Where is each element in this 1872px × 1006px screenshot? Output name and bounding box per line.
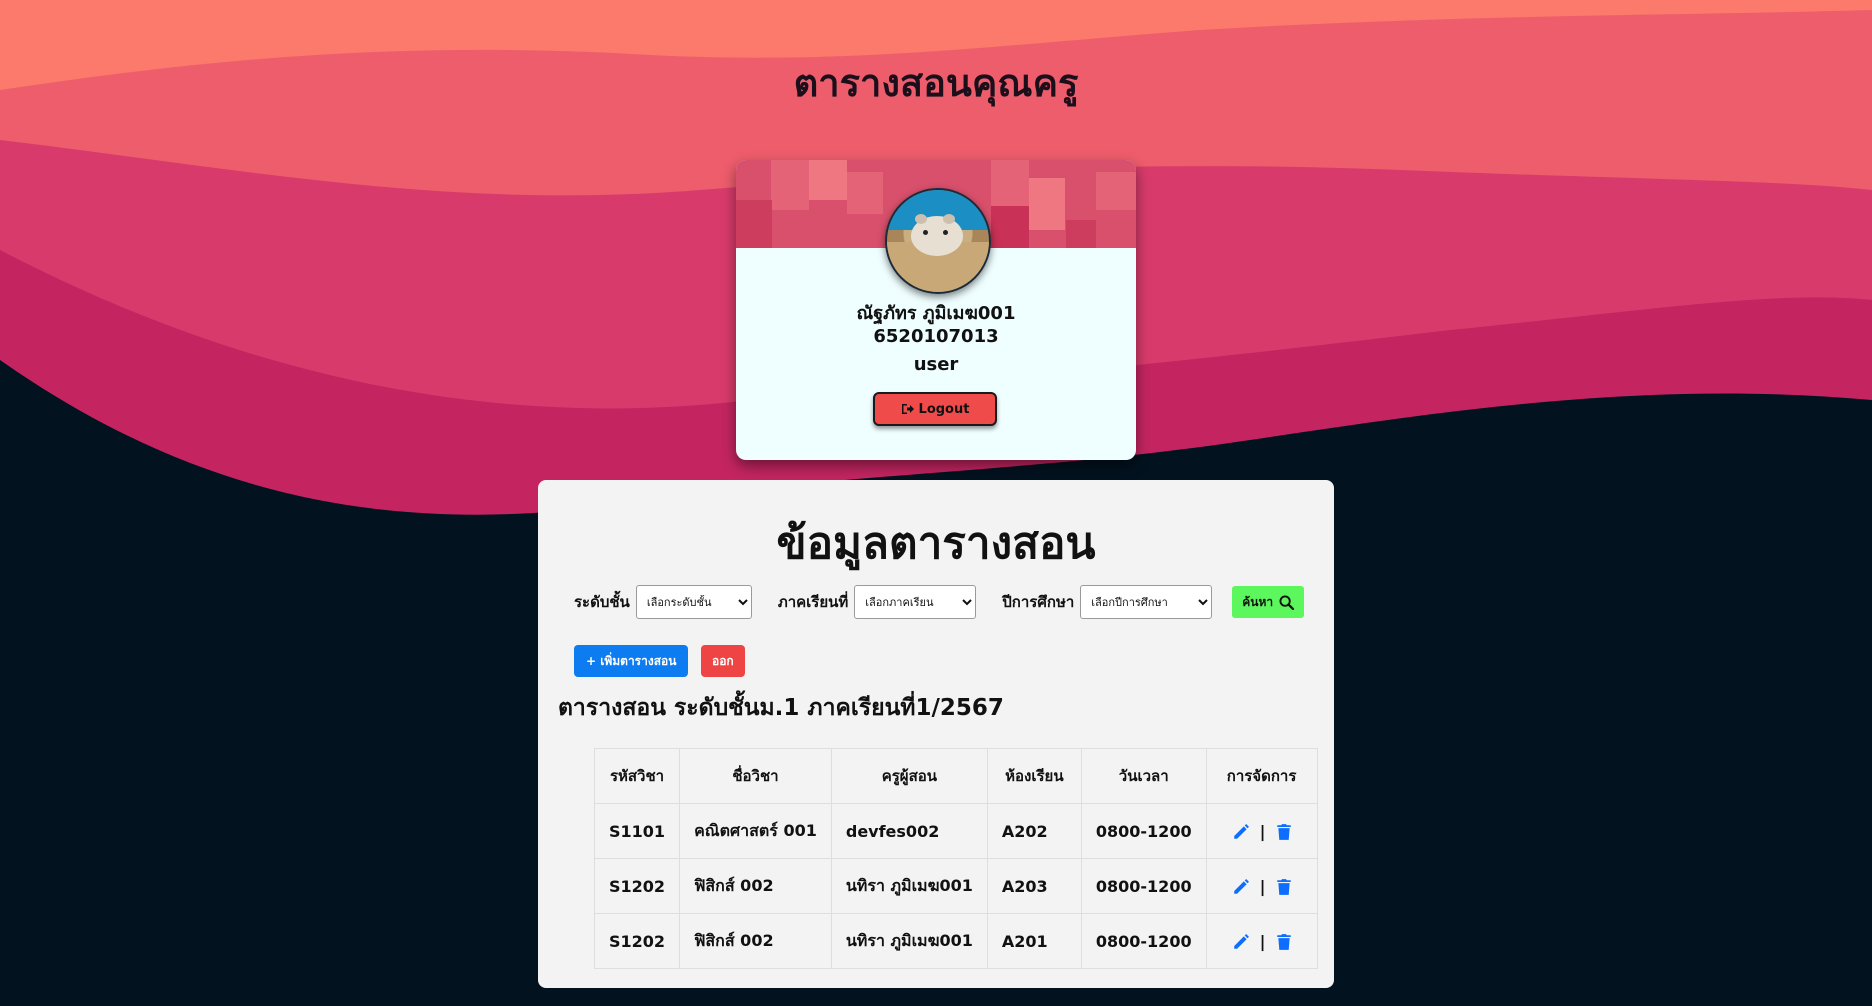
cell-teacher: devfes002 bbox=[830, 803, 988, 859]
cell-subject: ฟิสิกส์ 002 bbox=[679, 858, 832, 914]
cell-code: S1101 bbox=[593, 803, 681, 859]
cell-code: S1202 bbox=[593, 913, 681, 969]
action-separator: | bbox=[1259, 932, 1266, 951]
logout-button[interactable]: Logout bbox=[873, 392, 997, 426]
term-label: ภาคเรียนที่ bbox=[777, 593, 849, 611]
table-row: S1202 ฟิสิกส์ 002 นทิรา ภูมิเมฆ001 A201 … bbox=[593, 913, 1318, 969]
profile-card: ณัฐภัทร ภูมิเมฆ001 6520107013 user Logou… bbox=[736, 160, 1136, 460]
sign-out-icon bbox=[901, 404, 914, 414]
year-select[interactable]: เลือกปีการศึกษา bbox=[1080, 585, 1213, 619]
cell-actions: | bbox=[1205, 858, 1318, 914]
pencil-icon[interactable] bbox=[1232, 878, 1250, 896]
header-room: ห้องเรียน bbox=[986, 748, 1082, 804]
schedule-table: รหัสวิชา ชื่อวิชา ครูผู้สอน ห้องเรียน วั… bbox=[593, 748, 1318, 969]
cell-subject: ฟิสิกส์ 002 bbox=[679, 913, 832, 969]
action-separator: | bbox=[1259, 822, 1266, 841]
term-select[interactable]: เลือกภาคเรียน bbox=[854, 585, 977, 619]
cell-time: 0800-1200 bbox=[1080, 803, 1207, 859]
table-header-row: รหัสวิชา ชื่อวิชา ครูผู้สอน ห้องเรียน วั… bbox=[593, 748, 1318, 804]
avatar bbox=[885, 188, 991, 294]
header-code: รหัสวิชา bbox=[593, 748, 681, 804]
level-select[interactable]: เลือกระดับชั้น bbox=[635, 585, 752, 619]
cell-time: 0800-1200 bbox=[1080, 913, 1207, 969]
pencil-icon[interactable] bbox=[1232, 933, 1250, 951]
cell-room: A202 bbox=[986, 803, 1082, 859]
cell-room: A201 bbox=[986, 913, 1082, 969]
add-schedule-button[interactable]: + เพิ่มตารางสอน bbox=[574, 645, 689, 677]
year-label: ปีการศึกษา bbox=[1002, 593, 1075, 611]
cell-time: 0800-1200 bbox=[1080, 858, 1207, 914]
cell-teacher: นทิรา ภูมิเมฆ001 bbox=[830, 858, 988, 914]
level-label: ระดับชั้น bbox=[574, 593, 630, 611]
cell-code: S1202 bbox=[593, 858, 681, 914]
profile-role: user bbox=[913, 354, 959, 375]
logout-label: Logout bbox=[918, 401, 970, 417]
page-title: ตารางสอนคุณครู bbox=[793, 61, 1079, 105]
cell-subject: คณิตศาสตร์ 001 bbox=[679, 803, 832, 859]
header-time: วันเวลา bbox=[1080, 748, 1207, 804]
action-separator: | bbox=[1259, 877, 1266, 896]
trash-icon[interactable] bbox=[1276, 823, 1292, 841]
trash-icon[interactable] bbox=[1276, 933, 1292, 951]
header-actions: การจัดการ bbox=[1205, 748, 1318, 804]
cell-actions: | bbox=[1205, 913, 1318, 969]
cell-room: A203 bbox=[986, 858, 1082, 914]
panel-title: ข้อมูลตารางสอน bbox=[776, 518, 1096, 569]
exit-button[interactable]: ออก bbox=[701, 645, 745, 677]
search-icon bbox=[1279, 594, 1295, 610]
header-subject: ชื่อวิชา bbox=[679, 748, 832, 804]
table-row: S1101 คณิตศาสตร์ 001 devfes002 A202 0800… bbox=[593, 803, 1318, 859]
pencil-icon[interactable] bbox=[1232, 823, 1250, 841]
header-teacher: ครูผู้สอน bbox=[830, 748, 988, 804]
trash-icon[interactable] bbox=[1276, 878, 1292, 896]
profile-name: ณัฐภัทร ภูมิเมฆ001 bbox=[856, 303, 1016, 324]
search-label: ค้นหา bbox=[1242, 594, 1274, 609]
profile-student-id: 6520107013 bbox=[873, 326, 999, 347]
schedule-panel: ข้อมูลตารางสอน ระดับชั้น เลือกระดับชั้น … bbox=[538, 480, 1334, 988]
table-heading: ตารางสอน ระดับชั้นม.1 ภาคเรียนที่1/2567 bbox=[558, 695, 1004, 721]
filter-row: ระดับชั้น เลือกระดับชั้น ภาคเรียนที่ เลื… bbox=[574, 585, 1305, 619]
search-button[interactable]: ค้นหา bbox=[1232, 586, 1305, 618]
cell-actions: | bbox=[1205, 803, 1318, 859]
table-row: S1202 ฟิสิกส์ 002 นทิรา ภูมิเมฆ001 A203 … bbox=[593, 858, 1318, 914]
cell-teacher: นทิรา ภูมิเมฆ001 bbox=[830, 913, 988, 969]
